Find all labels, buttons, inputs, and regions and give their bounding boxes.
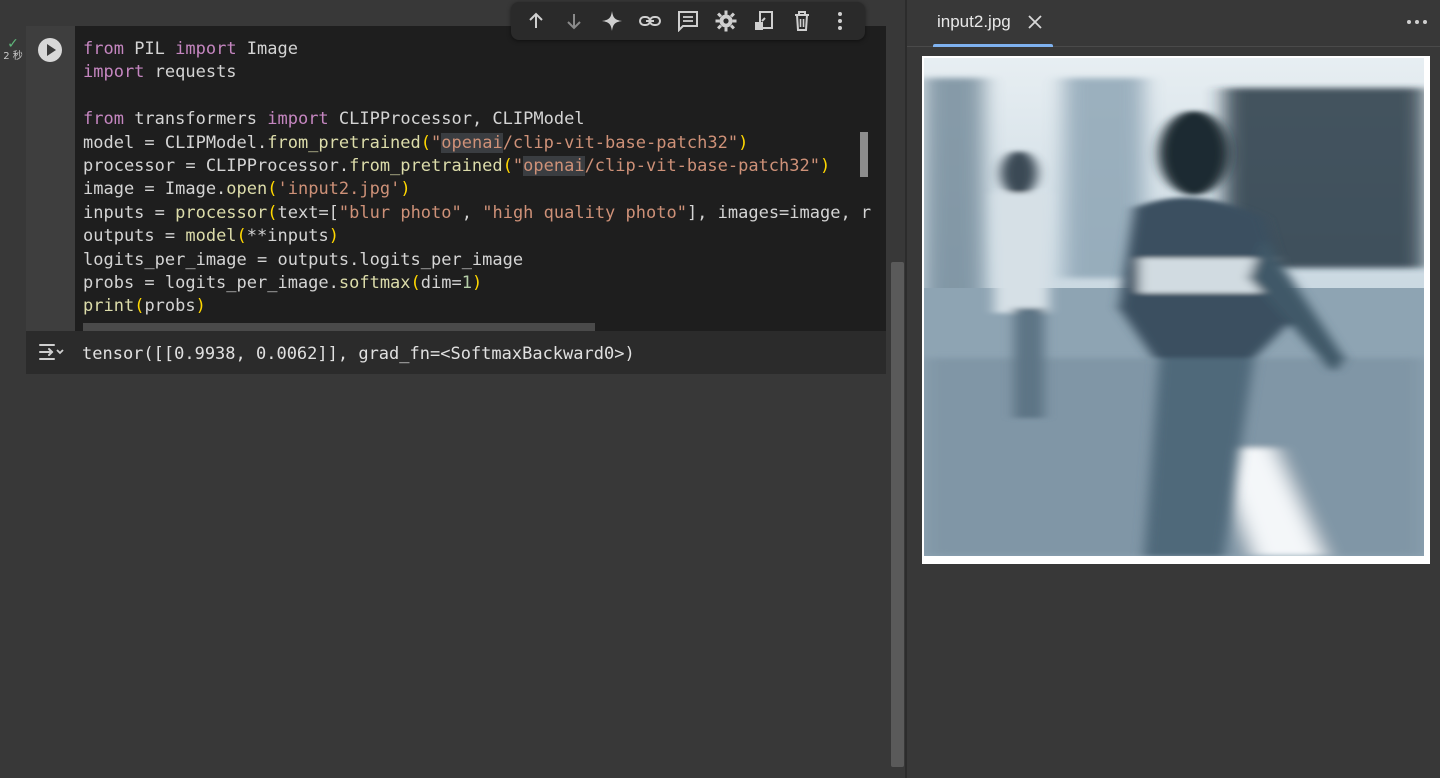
more-horiz-icon[interactable] xyxy=(1406,14,1428,30)
copy-link-button[interactable] xyxy=(636,7,664,35)
arrow-down-icon xyxy=(567,14,581,30)
image-preview xyxy=(924,58,1424,556)
settings-icon xyxy=(715,10,737,32)
play-icon xyxy=(47,44,56,56)
code-text[interactable]: from PIL import Image import requests fro… xyxy=(83,38,871,319)
image-preview-frame xyxy=(922,56,1430,564)
code-line: import requests xyxy=(83,62,237,83)
viewer-tab-bar: input2.jpg xyxy=(907,0,1440,47)
notebook-scrollbar[interactable] xyxy=(891,262,904,767)
more-vert-icon xyxy=(838,12,842,30)
tab-label: input2.jpg xyxy=(937,12,1011,31)
code-line: from transformers import CLIPProcessor, … xyxy=(83,109,585,130)
code-line: logits_per_image = outputs.logits_per_im… xyxy=(83,249,524,270)
delete-cell-button[interactable] xyxy=(788,7,816,35)
gemini-button[interactable] xyxy=(598,7,626,35)
link-icon xyxy=(639,16,661,26)
move-up-button[interactable] xyxy=(522,7,550,35)
more-actions-button[interactable] xyxy=(826,7,854,35)
code-line: inputs = processor(text=["blur photo", "… xyxy=(83,202,872,223)
code-line: model = CLIPModel.from_pretrained("opena… xyxy=(83,132,749,153)
run-cell-button[interactable] xyxy=(38,38,62,62)
tab-input2[interactable]: input2.jpg xyxy=(933,0,1053,47)
code-line: print(probs) xyxy=(83,296,206,317)
comment-icon xyxy=(678,11,698,32)
arrow-up-icon xyxy=(529,12,543,28)
success-check-icon: ✓ xyxy=(7,36,19,52)
code-line: outputs = model(**inputs) xyxy=(83,226,339,247)
image-viewer-panel: input2.jpg xyxy=(907,0,1440,778)
cell-gutter xyxy=(26,26,75,331)
code-line: image = Image.open('input2.jpg') xyxy=(83,179,411,200)
delete-icon xyxy=(795,11,809,31)
blurred-people-photo xyxy=(924,58,1424,556)
cell-settings-button[interactable] xyxy=(712,7,740,35)
code-editor[interactable]: from PIL import Image import requests fro… xyxy=(75,26,886,331)
output-actions-icon[interactable] xyxy=(38,341,64,363)
code-line: from PIL import Image xyxy=(83,39,298,59)
mirror-cell-button[interactable] xyxy=(750,7,778,35)
code-line: processor = CLIPProcessor.from_pretraine… xyxy=(83,155,831,176)
mirror-cell-icon xyxy=(755,11,773,30)
horizontal-scrollbar[interactable] xyxy=(83,323,595,331)
output-text: tensor([[0.9938, 0.0062]], grad_fn=<Soft… xyxy=(82,344,635,364)
active-tab-indicator xyxy=(933,44,1053,47)
close-icon[interactable] xyxy=(1027,14,1043,30)
add-comment-button[interactable] xyxy=(674,7,702,35)
code-line: probs = logits_per_image.softmax(dim=1) xyxy=(83,272,483,293)
execution-status: ✓ 2 秒 xyxy=(2,36,24,64)
vertical-scrollbar[interactable] xyxy=(860,132,868,177)
execution-time: 2 秒 xyxy=(3,51,23,62)
cell-toolbar xyxy=(511,2,865,40)
cell-output: tensor([[0.9938, 0.0062]], grad_fn=<Soft… xyxy=(26,331,886,374)
code-cell[interactable]: from PIL import Image import requests fro… xyxy=(26,26,886,374)
sparkle-icon xyxy=(602,11,622,31)
move-down-button[interactable] xyxy=(560,7,588,35)
